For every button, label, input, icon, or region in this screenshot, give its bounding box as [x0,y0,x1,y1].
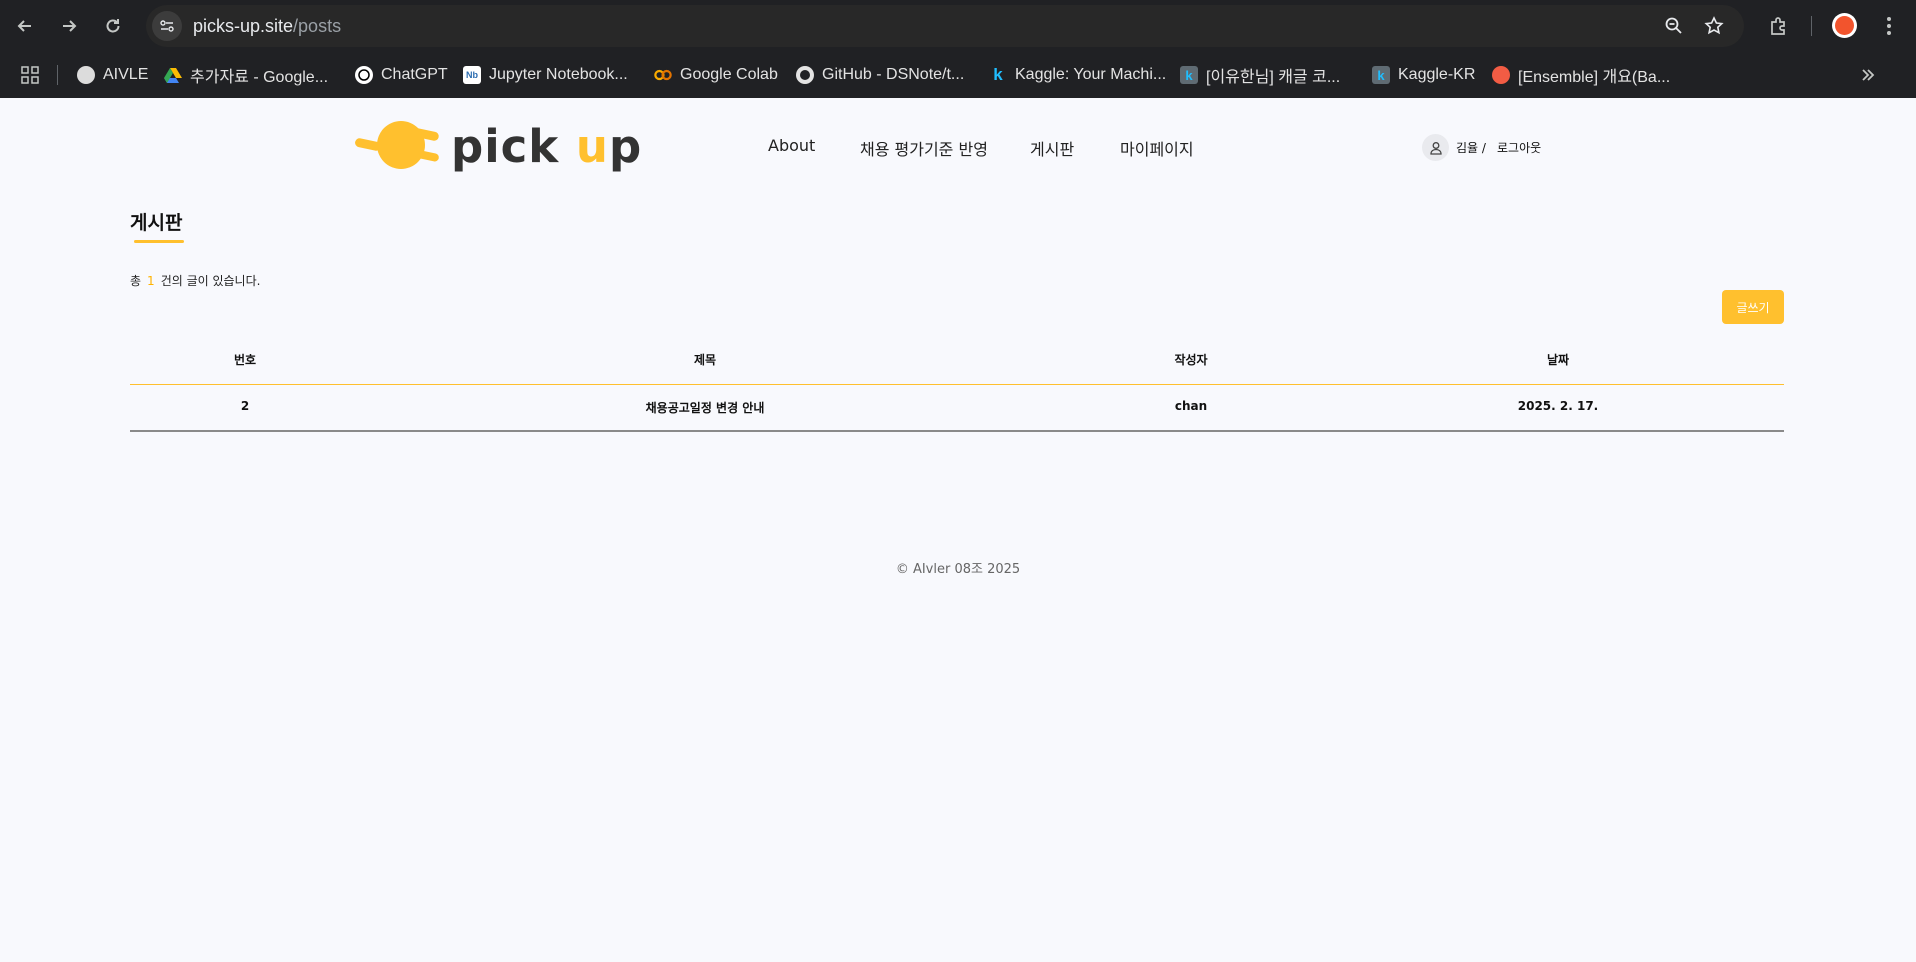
forward-icon[interactable] [54,11,84,41]
bookmark-ensemble[interactable]: [Ensemble] 개요(Ba... [1492,62,1670,88]
row-number: 2 [240,399,250,413]
bookmark-kaggle-lee[interactable]: k [이유한님] 캐글 코... [1180,62,1340,88]
bookmark-colab[interactable]: Google Colab [654,62,778,88]
bookmarks-bar: AIVLE 추가자료 - Google... ChatGPT Nb Jupyte… [0,52,1916,98]
bookmark-label: 추가자료 - Google... [190,69,329,86]
bookmark-label: [Ensemble] 개요(Ba... [1518,69,1671,86]
bookmark-star-icon[interactable] [1701,13,1727,39]
bookmark-github[interactable]: GitHub - DSNote/t... [796,62,964,88]
user-name: 김율 / [1456,141,1486,155]
kaggle-icon: k [1180,66,1198,84]
nav-evaluation-criteria[interactable]: 채용 평가기준 반영 [860,136,988,160]
toolbar-divider [1811,16,1812,36]
colab-icon [654,66,672,84]
logout-link[interactable]: 로그아웃 [1497,139,1541,156]
bookmark-label: GitHub - DSNote/t... [822,66,965,83]
profile-avatar[interactable] [1832,13,1857,38]
bookmark-label: Kaggle: Your Machi... [1015,66,1167,83]
notebook-icon: Nb [463,66,481,84]
apps-grid-icon[interactable] [20,62,40,88]
menu-kebab-icon[interactable] [1874,11,1904,41]
extensions-icon[interactable] [1764,11,1794,41]
column-header-title: 제목 [693,353,717,367]
title-underline [134,240,184,243]
column-header-author: 작성자 [1174,353,1208,367]
bookmark-label: [이유한님] 캐글 코... [1206,69,1341,86]
bookmark-label: Google Colab [680,66,778,83]
kaggle-icon: k [1372,66,1390,84]
more-bookmarks-icon[interactable] [1860,62,1876,88]
ensemble-icon [1492,66,1510,84]
bookmark-jupyter[interactable]: Nb Jupyter Notebook... [463,62,628,88]
bookmark-google-drive[interactable]: 추가자료 - Google... [164,62,328,88]
post-count: 총 1 건의 글이 있습니다. [130,272,260,289]
browser-toolbar: picks-up.site/posts [0,0,1916,52]
kaggle-icon: k [993,65,1003,84]
zoom-icon[interactable] [1661,13,1687,39]
bookmark-label: ChatGPT [381,66,448,83]
site-info-icon[interactable] [152,11,182,41]
bookmark-label: Jupyter Notebook... [489,66,628,83]
nav-board[interactable]: 게시판 [1030,136,1074,160]
back-icon[interactable] [10,11,40,41]
chatgpt-icon [355,66,373,84]
page-title: 게시판 [130,212,183,234]
globe-icon [77,66,95,84]
bookmark-label: Kaggle-KR [1398,66,1476,83]
write-post-button[interactable]: 글쓰기 [1722,290,1784,324]
site-logo[interactable]: pick up [355,118,641,174]
column-header-date: 날짜 [1546,353,1570,367]
bookmark-chatgpt[interactable]: ChatGPT [355,62,448,88]
row-date: 2025. 2. 17. [1517,399,1599,413]
logo-text: pick up [451,120,643,173]
reload-icon[interactable] [98,11,128,41]
row-author: chan [1174,399,1208,413]
footer-copyright: © AIvler 08조 2025 [895,562,1021,577]
count-suffix: 건의 글이 있습니다. [160,274,261,288]
logo-sun-icon [355,121,439,169]
nav-about[interactable]: About [768,136,815,155]
user-icon [1422,134,1449,161]
url-text[interactable]: picks-up.site/posts [193,16,341,37]
google-drive-icon [164,66,182,84]
bookmark-label: AIVLE [103,66,149,83]
bookmark-aivle[interactable]: AIVLE [77,62,148,88]
github-icon [796,66,814,84]
bookmarks-divider [57,65,58,85]
address-bar[interactable]: picks-up.site/posts [146,5,1744,47]
count-prefix: 총 [130,274,142,288]
table-row-divider [130,430,1784,432]
nav-mypage[interactable]: 마이페이지 [1120,136,1194,160]
bookmark-kaggle-kr[interactable]: k Kaggle-KR [1372,62,1475,88]
count-number: 1 [147,274,155,288]
table-header-divider [130,384,1784,385]
row-title-link[interactable]: 채용공고일정 변경 안내 [646,399,765,416]
bookmark-kaggle[interactable]: k Kaggle: Your Machi... [989,62,1166,88]
column-header-number: 번호 [233,353,257,367]
